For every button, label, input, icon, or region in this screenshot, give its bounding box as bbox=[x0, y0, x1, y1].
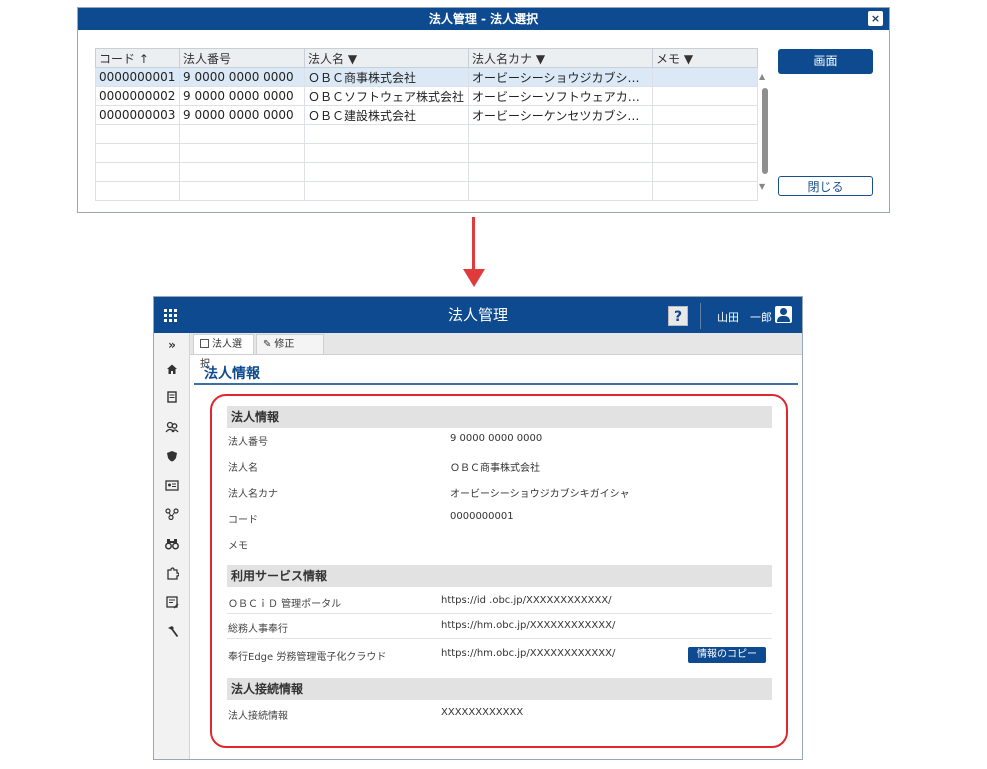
transition-arrow bbox=[472, 217, 475, 272]
page-title: 法人情報 bbox=[204, 366, 260, 382]
cell-memo bbox=[652, 105, 758, 125]
table-row[interactable]: 0000000002 9 0000 0000 0000 ＯＢＣソフトウェア株式会… bbox=[95, 86, 758, 106]
shield-icon[interactable] bbox=[164, 450, 180, 466]
empty-row bbox=[95, 124, 758, 144]
screen-button[interactable]: 画面 bbox=[778, 49, 873, 74]
column-header-memo[interactable]: メモ ▼ bbox=[652, 48, 758, 68]
cell-corp-kana: オービーシーケンセツカブシキ… bbox=[468, 105, 653, 125]
cell-corp-name: ＯＢＣ建設株式会社 bbox=[304, 105, 469, 125]
user-icon[interactable] bbox=[775, 306, 792, 323]
app-menu-icon[interactable] bbox=[164, 309, 177, 322]
scrollbar-thumb[interactable] bbox=[762, 88, 768, 174]
tab-bar: 法人選択 ✎ 修正 bbox=[190, 333, 802, 370]
id-card-icon[interactable] bbox=[164, 479, 180, 495]
pencil-icon: ✎ bbox=[263, 339, 272, 350]
cell-code: 0000000001 bbox=[95, 67, 180, 87]
user-name[interactable]: 山田 一郎 bbox=[717, 309, 772, 325]
table-row[interactable]: 0000000001 9 0000 0000 0000 ＯＢＣ商事株式会社 オー… bbox=[95, 67, 758, 87]
dialog-title: 法人管理 - 法人選択 bbox=[78, 8, 889, 30]
building-icon bbox=[200, 339, 209, 348]
cell-corp-kana: オービーシーショウジカブシキ… bbox=[468, 67, 653, 87]
cell-corp-number: 9 0000 0000 0000 bbox=[179, 105, 305, 125]
grid-header-row: コード ↑ 法人番号 法人名 ▼ 法人名カナ ▼ メモ ▼ bbox=[95, 48, 758, 68]
cell-corp-name: ＯＢＣ商事株式会社 bbox=[304, 67, 469, 87]
cell-code: 0000000002 bbox=[95, 86, 180, 106]
corporate-list-grid: コード ↑ 法人番号 法人名 ▼ 法人名カナ ▼ メモ ▼ 0000000001… bbox=[95, 48, 758, 201]
tab-corporate-select[interactable]: 法人選択 bbox=[193, 334, 254, 370]
column-header-code[interactable]: コード ↑ bbox=[95, 48, 180, 68]
cell-code: 0000000003 bbox=[95, 105, 180, 125]
empty-row bbox=[95, 181, 758, 201]
home-icon[interactable] bbox=[164, 363, 180, 379]
tab-edit[interactable]: ✎ 修正 bbox=[256, 334, 324, 354]
cell-corp-kana: オービーシーソフトウェアカブ… bbox=[468, 86, 653, 106]
header-divider bbox=[700, 303, 701, 329]
sidebar: » bbox=[154, 333, 190, 759]
cell-corp-number: 9 0000 0000 0000 bbox=[179, 67, 305, 87]
document-icon[interactable] bbox=[164, 391, 180, 407]
empty-row bbox=[95, 162, 758, 182]
binoculars-icon[interactable] bbox=[164, 538, 180, 554]
people-icon[interactable] bbox=[164, 421, 180, 437]
highlight-frame bbox=[210, 394, 788, 748]
cell-corp-number: 9 0000 0000 0000 bbox=[179, 86, 305, 106]
hammer-icon[interactable] bbox=[164, 625, 180, 641]
column-header-corp-number[interactable]: 法人番号 bbox=[179, 48, 305, 68]
column-header-corp-name[interactable]: 法人名 ▼ bbox=[304, 48, 469, 68]
empty-row bbox=[95, 143, 758, 163]
app-title: 法人管理 bbox=[447, 306, 508, 324]
table-row[interactable]: 0000000003 9 0000 0000 0000 ＯＢＣ建設株式会社 オー… bbox=[95, 105, 758, 125]
corporate-select-dialog: 法人管理 - 法人選択 × コード ↑ 法人番号 法人名 ▼ 法人名カナ ▼ メ… bbox=[77, 7, 890, 213]
help-button[interactable]: ? bbox=[668, 306, 688, 326]
expand-icon[interactable]: » bbox=[164, 337, 180, 353]
network-icon[interactable] bbox=[164, 508, 180, 524]
form-icon[interactable] bbox=[164, 596, 180, 612]
column-header-corp-kana[interactable]: 法人名カナ ▼ bbox=[468, 48, 653, 68]
cell-memo bbox=[652, 86, 758, 106]
cell-memo bbox=[652, 67, 758, 87]
cell-corp-name: ＯＢＣソフトウェア株式会社 bbox=[304, 86, 469, 106]
scroll-down-icon[interactable]: ▼ bbox=[759, 182, 765, 191]
scroll-up-icon[interactable]: ▲ bbox=[759, 72, 765, 81]
title-divider bbox=[194, 383, 798, 385]
close-button[interactable]: 閉じる bbox=[778, 176, 873, 196]
tab-label: 修正 bbox=[274, 339, 295, 350]
close-icon[interactable]: × bbox=[868, 11, 883, 26]
puzzle-icon[interactable] bbox=[164, 567, 180, 583]
arrow-down-icon bbox=[463, 269, 485, 287]
